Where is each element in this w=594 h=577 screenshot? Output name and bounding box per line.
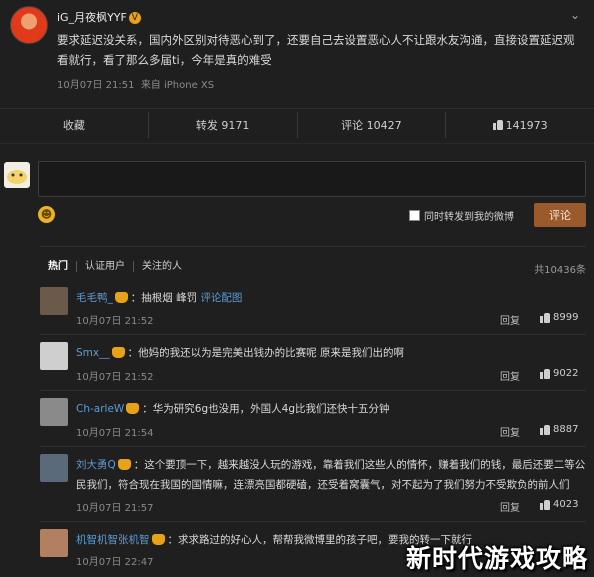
comment-like-button[interactable]: 9022	[540, 368, 578, 379]
chevron-down-icon[interactable]: ⌄	[570, 8, 580, 22]
commenter-name[interactable]: Ch-arleW	[76, 403, 124, 415]
forward-checkbox-label: 同时转发到我的微博	[424, 212, 514, 223]
author-avatar[interactable]	[10, 6, 48, 44]
post-source: 来自 iPhone XS	[140, 80, 215, 91]
author-name[interactable]: iG_月夜枫YYF	[57, 11, 127, 24]
comment-total: 共10436条	[534, 265, 586, 276]
commenter-avatar[interactable]	[40, 287, 68, 315]
commenter-avatar[interactable]	[40, 342, 68, 370]
comment-time: 10月07日 22:47	[76, 557, 154, 568]
divider	[40, 246, 586, 247]
comment-tabs: 热门 认证用户 关注的人	[48, 261, 190, 272]
my-avatar	[4, 162, 30, 188]
commenter-avatar[interactable]	[40, 454, 68, 482]
forward-option[interactable]: 同时转发到我的微博	[409, 208, 514, 223]
reply-button[interactable]: 回复	[500, 499, 520, 514]
commenter-name[interactable]: 刘大勇Q	[76, 459, 116, 471]
thumbs-up-icon	[540, 499, 550, 510]
post-meta: 10月07日 21:51 来自 iPhone XS	[57, 76, 214, 91]
comment-image-link[interactable]: 评论配图	[200, 292, 242, 304]
comment-time: 10月07日 21:54	[76, 428, 154, 439]
comment-like-button[interactable]: 8999	[540, 312, 578, 323]
crown-icon	[114, 291, 128, 303]
commenter-name[interactable]: 机智机智张机智	[76, 534, 150, 546]
crown-icon	[126, 402, 140, 414]
comment-text: Smx__ ：他妈的我还以为是完美出钱办的比赛呢 原来是我们出的啊	[76, 346, 404, 359]
comment-like-button[interactable]: 8887	[540, 424, 578, 435]
commenter-avatar[interactable]	[40, 529, 68, 557]
like-count: 141973	[505, 118, 548, 132]
divider	[0, 108, 594, 109]
tab-hot[interactable]: 热门	[48, 261, 77, 272]
comment-text: 刘大勇Q ：这个要顶一下，越来越没人玩的游戏，靠着我们这些人的情怀，赚着我们的钱，…	[76, 458, 586, 491]
divider	[40, 446, 586, 447]
comment-time: 10月07日 21:52	[76, 316, 154, 327]
post-text: 要求延迟没关系，国内外区别对待恶心到了，还要自己去设置恶心人不让跟水友沟通，直接…	[57, 33, 575, 67]
submit-comment-button[interactable]: 评论	[534, 203, 586, 227]
divider	[40, 521, 586, 522]
tab-verified[interactable]: 认证用户	[77, 261, 134, 272]
like-button[interactable]: 141973	[446, 112, 594, 138]
thumbs-up-icon	[540, 312, 550, 323]
thumbs-up-icon	[540, 424, 550, 435]
reply-button[interactable]: 回复	[500, 312, 520, 327]
comment-input[interactable]	[38, 161, 586, 197]
commenter-name[interactable]: 毛毛鸭_	[76, 292, 113, 304]
forward-checkbox[interactable]	[409, 210, 420, 221]
comment-text: Ch-arleW ：华为研究6g也没用，外国人4g比我们还快十五分钟	[76, 402, 390, 415]
divider	[0, 143, 594, 144]
watermark: 新时代游戏攻略	[405, 544, 588, 573]
comment-text: 毛毛鸭_ ：抽根烟 峰罚 评论配图	[76, 291, 243, 304]
verified-badge-icon: V	[128, 12, 141, 24]
commenter-name[interactable]: Smx__	[76, 347, 110, 359]
favorite-button[interactable]: 收藏	[0, 112, 149, 138]
divider	[40, 334, 586, 335]
repost-button[interactable]: 转发 9171	[149, 112, 298, 138]
crown-icon	[151, 533, 165, 545]
post-action-bar: 收藏 转发 9171 评论 10427 141973	[0, 112, 594, 138]
comment-button[interactable]: 评论 10427	[298, 112, 447, 138]
emoji-icon[interactable]: ☻	[38, 206, 55, 223]
reply-button[interactable]: 回复	[500, 368, 520, 383]
thumbs-up-icon	[492, 120, 503, 130]
comment-time: 10月07日 21:57	[76, 503, 154, 514]
tab-following[interactable]: 关注的人	[134, 261, 190, 272]
thumbs-up-icon	[540, 368, 550, 379]
comment-like-button[interactable]: 4023	[540, 499, 578, 510]
comment-time: 10月07日 21:52	[76, 372, 154, 383]
divider	[40, 390, 586, 391]
commenter-avatar[interactable]	[40, 398, 68, 426]
reply-button[interactable]: 回复	[500, 424, 520, 439]
crown-icon	[111, 346, 125, 358]
post-time[interactable]: 10月07日 21:51	[57, 80, 134, 91]
crown-icon	[117, 458, 131, 470]
